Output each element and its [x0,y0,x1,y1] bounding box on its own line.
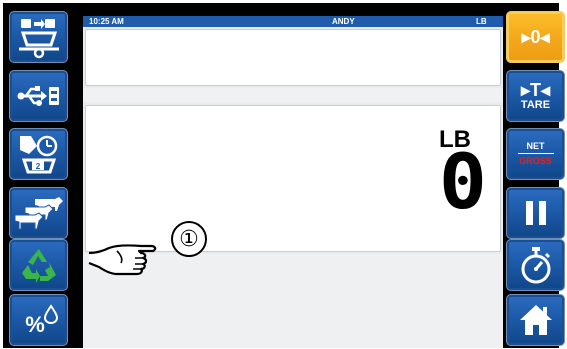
weight-readout: 0 [439,137,488,226]
usb-button[interactable] [9,70,68,122]
zero-button[interactable]: ▸0◂ [506,11,565,63]
timer-button[interactable] [506,239,565,291]
tare-label: TARE [520,99,551,111]
percent-moisture-icon: % [25,304,58,337]
recycle-button[interactable] [9,239,68,291]
stopwatch-icon [521,247,550,284]
percent-moisture-button[interactable]: % [9,294,68,346]
weight-display: LB 0 [85,105,501,252]
timed-load-button[interactable]: 2 [9,128,68,180]
panel-divider [83,88,503,102]
pause-button[interactable] [506,187,565,239]
status-user: ANDY [332,17,355,26]
message-area [85,29,501,86]
home-icon [519,305,552,335]
load-timer-icon: 2 [19,135,57,174]
tare-button[interactable]: ▸T◂ TARE [506,70,565,122]
svg-text:%: % [25,312,45,337]
callout-number: ① [171,221,207,257]
cattle-herd-icon [14,197,63,230]
scale-indicator-screen: 2 % 10:25 AM ANDY LB LB 0 ▸0◂ ▸T◂ TARE N… [3,3,565,348]
status-time: 10:25 AM [89,17,124,26]
zero-label: ▸0◂ [521,27,550,47]
message-panel [83,27,503,88]
gross-label: GROSS [519,156,552,166]
status-bar: 10:25 AM ANDY LB [83,16,503,27]
usb-transfer-icon [17,86,59,106]
net-gross-button[interactable]: NET GROSS [506,128,565,180]
tare-symbol: ▸T◂ [520,80,551,100]
pointing-hand-icon [88,244,157,276]
herd-button[interactable] [9,187,68,239]
pause-icon [525,201,546,225]
mixer-button[interactable] [9,11,68,63]
svg-text:2: 2 [35,162,40,171]
ration-mixer-icon [18,19,59,59]
home-button[interactable] [506,294,565,346]
status-unit: LB [476,17,487,26]
recycle-icon [21,249,56,283]
weight-panel: LB 0 [83,102,503,254]
net-label: NET [517,142,554,154]
